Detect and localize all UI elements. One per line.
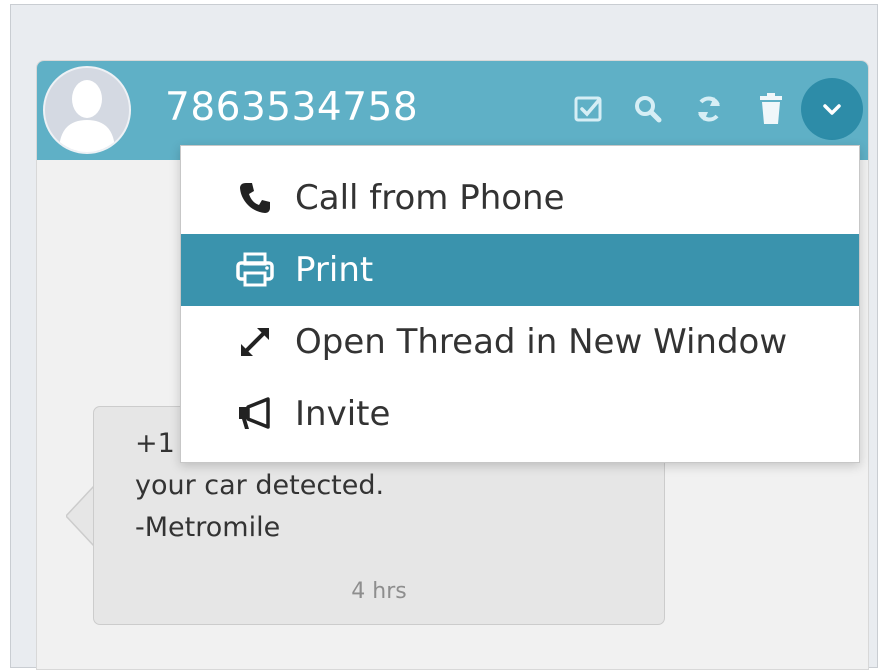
chevron-down-icon — [823, 104, 841, 115]
menu-item-label: Invite — [295, 394, 391, 434]
menu-item-call-from-phone[interactable]: Call from Phone — [181, 162, 859, 234]
message-line: -Metromile — [135, 512, 281, 543]
print-icon — [233, 248, 277, 292]
menu-item-print[interactable]: Print — [181, 234, 859, 306]
megaphone-icon — [233, 392, 277, 436]
person-silhouette-icon — [59, 80, 115, 152]
message-line: +1 — [135, 428, 175, 459]
more-options-button[interactable] — [801, 78, 863, 140]
trash-icon[interactable] — [751, 89, 791, 129]
avatar[interactable] — [43, 66, 131, 154]
phone-icon — [233, 176, 277, 220]
contact-title: 7863534758 — [165, 85, 419, 130]
menu-item-open-thread-new-window[interactable]: Open Thread in New Window — [181, 306, 859, 378]
select-checkbox-icon[interactable] — [569, 89, 609, 129]
search-icon[interactable] — [628, 89, 668, 129]
message-line: your car detected. — [135, 470, 385, 501]
message-timestamp: 4 hrs — [351, 579, 407, 604]
menu-item-label: Open Thread in New Window — [295, 322, 788, 362]
refresh-icon[interactable] — [689, 89, 729, 129]
menu-item-label: Call from Phone — [295, 178, 565, 218]
menu-item-invite[interactable]: Invite — [181, 378, 859, 450]
expand-icon — [233, 320, 277, 364]
bubble-tail — [66, 486, 95, 546]
menu-item-label: Print — [295, 250, 374, 290]
more-options-menu: Call from Phone Print Open Thread in New… — [180, 145, 860, 463]
